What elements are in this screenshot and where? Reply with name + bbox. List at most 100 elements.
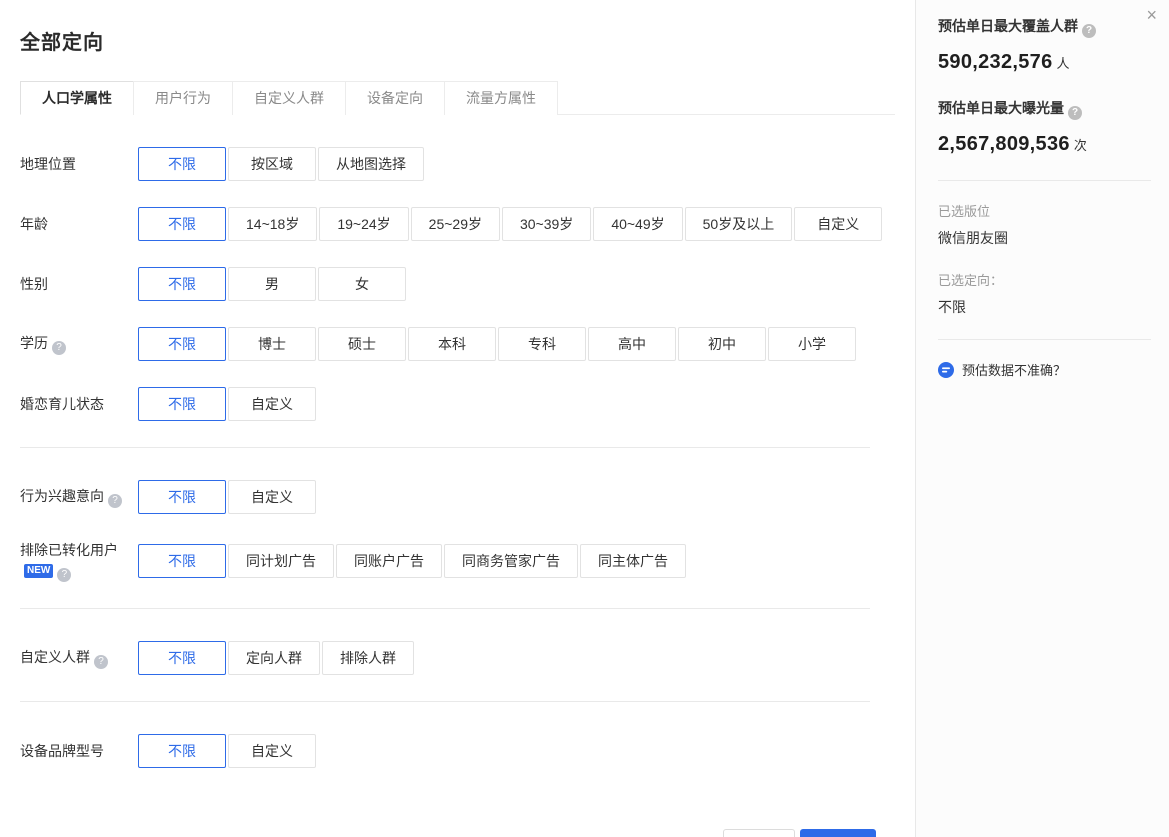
tab-1[interactable]: 用户行为 <box>133 81 233 115</box>
option-button[interactable]: 排除人群 <box>322 641 414 675</box>
exposure-help-icon[interactable]: ? <box>1068 106 1082 120</box>
option-button[interactable]: 不限 <box>138 147 226 181</box>
coverage-unit: 人 <box>1057 56 1070 71</box>
form-row-7: 自定义人群?不限定向人群排除人群 <box>20 641 895 675</box>
exposure-title: 预估单日最大曝光量? <box>938 98 1151 120</box>
section-divider <box>20 701 870 702</box>
option-button[interactable]: 不限 <box>138 387 226 421</box>
coverage-help-icon[interactable]: ? <box>1082 24 1096 38</box>
row-label: 学历? <box>20 333 138 355</box>
option-group: 不限博士硕士本科专科高中初中小学 <box>138 327 856 361</box>
row-label-text: 婚恋育儿状态 <box>20 396 104 412</box>
feedback-text: 预估数据不准确？ <box>962 360 1066 379</box>
row-label: 地理位置 <box>20 154 138 174</box>
help-icon[interactable]: ? <box>57 568 71 582</box>
option-button[interactable]: 同主体广告 <box>580 544 686 578</box>
option-button[interactable]: 男 <box>228 267 316 301</box>
estimate-panel: × 预估单日最大覆盖人群? 590,232,576人 预估单日最大曝光量? 2,… <box>915 0 1169 837</box>
exposure-unit: 次 <box>1074 138 1087 153</box>
option-button[interactable]: 不限 <box>138 267 226 301</box>
row-label-text: 行为兴趣意向 <box>20 488 104 504</box>
coverage-value-row: 590,232,576人 <box>938 51 1151 74</box>
side-divider <box>938 180 1151 181</box>
option-button[interactable]: 同账户广告 <box>336 544 442 578</box>
option-button[interactable]: 30~39岁 <box>502 207 591 241</box>
option-button[interactable]: 自定义 <box>794 207 882 241</box>
option-button[interactable]: 定向人群 <box>228 641 320 675</box>
option-button[interactable]: 50岁及以上 <box>685 207 793 241</box>
option-button[interactable]: 女 <box>318 267 406 301</box>
help-icon[interactable]: ? <box>108 494 122 508</box>
option-button[interactable]: 按区域 <box>228 147 316 181</box>
option-button[interactable]: 同商务管家广告 <box>444 544 578 578</box>
row-label-text: 排除已转化用户 <box>20 542 118 558</box>
close-icon[interactable]: × <box>1146 6 1157 24</box>
option-button[interactable]: 不限 <box>138 480 226 514</box>
option-button[interactable]: 不限 <box>138 207 226 241</box>
exposure-title-text: 预估单日最大曝光量 <box>938 100 1064 116</box>
option-button[interactable]: 高中 <box>588 327 676 361</box>
option-button[interactable]: 40~49岁 <box>593 207 682 241</box>
targeting-label: 已选定向： <box>938 270 1151 289</box>
form-row-8: 设备品牌型号 不限自定义 <box>20 734 895 768</box>
option-button[interactable]: 19~24岁 <box>319 207 408 241</box>
option-button[interactable]: 初中 <box>678 327 766 361</box>
tab-bar: 人口学属性用户行为自定义人群设备定向流量方属性 <box>20 81 895 115</box>
option-button[interactable]: 25~29岁 <box>411 207 500 241</box>
row-label-text: 学历 <box>20 335 48 351</box>
form-row-5: 行为兴趣意向? 不限自定义 <box>20 480 895 514</box>
option-button[interactable]: 小学 <box>768 327 856 361</box>
row-label: 设备品牌型号 <box>20 741 138 761</box>
coverage-title: 预估单日最大覆盖人群? <box>938 16 1151 38</box>
option-button[interactable]: 自定义 <box>228 387 316 421</box>
option-button[interactable]: 不限 <box>138 327 226 361</box>
feedback-icon <box>938 362 954 378</box>
option-group: 不限自定义 <box>138 480 316 514</box>
option-group: 不限同计划广告同账户广告同商务管家广告同主体广告 <box>138 544 686 578</box>
targeting-dialog: 全部定向 人口学属性用户行为自定义人群设备定向流量方属性 地理位置不限按区域从地… <box>0 0 915 837</box>
placement-label: 已选版位 <box>938 201 1151 220</box>
option-group: 不限自定义 <box>138 387 316 421</box>
row-label: 年龄 <box>20 214 138 234</box>
option-button[interactable]: 不限 <box>138 641 226 675</box>
option-button[interactable]: 博士 <box>228 327 316 361</box>
option-button[interactable]: 从地图选择 <box>318 147 424 181</box>
targeting-form: 地理位置不限按区域从地图选择年龄不限14~18岁19~24岁25~29岁30~3… <box>20 147 895 768</box>
row-label: 性别 <box>20 274 138 294</box>
tab-2[interactable]: 自定义人群 <box>232 81 346 115</box>
option-button[interactable]: 自定义 <box>228 480 316 514</box>
option-group: 不限按区域从地图选择 <box>138 147 424 181</box>
option-button[interactable]: 硕士 <box>318 327 406 361</box>
tab-3[interactable]: 设备定向 <box>345 81 445 115</box>
help-icon[interactable]: ? <box>94 655 108 669</box>
row-label: 排除已转化用户NEW? <box>20 540 138 582</box>
side-divider <box>938 339 1151 340</box>
exposure-value: 2,567,809,536 <box>938 133 1070 155</box>
row-label-text: 设备品牌型号 <box>20 743 104 759</box>
option-button[interactable]: 自定义 <box>228 734 316 768</box>
row-label: 婚恋育儿状态 <box>20 394 138 414</box>
form-row-0: 地理位置 不限按区域从地图选择 <box>20 147 895 181</box>
page-title: 全部定向 <box>20 26 895 55</box>
option-button[interactable]: 同计划广告 <box>228 544 334 578</box>
option-button[interactable]: 专科 <box>498 327 586 361</box>
tab-4[interactable]: 流量方属性 <box>444 81 558 115</box>
footer-cancel-button[interactable] <box>723 829 795 837</box>
footer-confirm-button[interactable] <box>800 829 876 837</box>
option-group: 不限14~18岁19~24岁25~29岁30~39岁40~49岁50岁及以上自定… <box>138 207 882 241</box>
option-group: 不限定向人群排除人群 <box>138 641 414 675</box>
help-icon[interactable]: ? <box>52 341 66 355</box>
form-row-3: 学历?不限博士硕士本科专科高中初中小学 <box>20 327 895 361</box>
option-button[interactable]: 不限 <box>138 544 226 578</box>
option-group: 不限自定义 <box>138 734 316 768</box>
row-label-text: 地理位置 <box>20 156 76 172</box>
section-divider <box>20 608 870 609</box>
option-button[interactable]: 14~18岁 <box>228 207 317 241</box>
option-button[interactable]: 不限 <box>138 734 226 768</box>
option-button[interactable]: 本科 <box>408 327 496 361</box>
tab-0[interactable]: 人口学属性 <box>20 81 134 115</box>
placement-value: 微信朋友圈 <box>938 228 1151 248</box>
row-label-text: 年龄 <box>20 216 48 232</box>
coverage-title-text: 预估单日最大覆盖人群 <box>938 18 1078 34</box>
feedback-link[interactable]: 预估数据不准确？ <box>938 360 1151 379</box>
